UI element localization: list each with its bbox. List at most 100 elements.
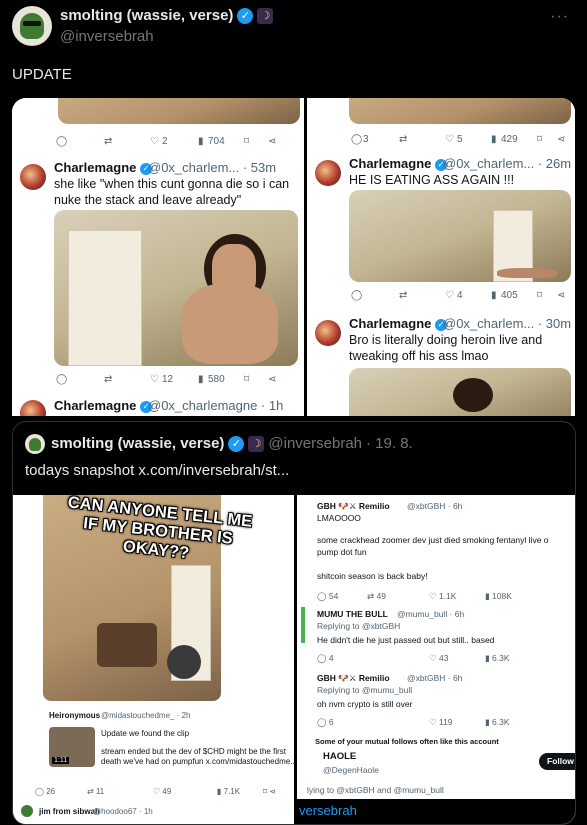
tweet-text-line: tweaking off his ass lmao: [349, 349, 489, 363]
tweet-time: · 30m: [537, 316, 572, 331]
like-count: ♡ 49: [153, 787, 172, 796]
tweet-handle: @xbtGBH · 6h: [407, 501, 463, 511]
tweet-text-line: pump dot fun: [317, 547, 367, 557]
quote-display-name: smolting (wassie, verse): [51, 435, 225, 452]
views-icon: ▮: [198, 374, 204, 385]
share-icon: ⋖: [268, 374, 277, 385]
quote-image-left: CAN ANYONE TELL ME IF MY BROTHER IS OKAY…: [13, 495, 294, 824]
tweet-text: oh nvm crypto is still over: [317, 699, 413, 709]
reply-name: jim from sibwah: [39, 807, 100, 816]
views-count: 580: [208, 374, 225, 385]
repost-count: ⇄ 49: [367, 591, 386, 601]
views-icon: ▮: [198, 136, 204, 147]
moon-icon: ☽: [248, 435, 265, 452]
tweet-text-line: she like "when this cunt gonna die so i …: [54, 177, 290, 191]
image-pane-right: ◯ 3 ⇄ ♡ 5 ▮ 429 ⌑ ⋖ Charlemagne ✓ @0x_ch…: [307, 98, 575, 416]
quote-name-row: smolting (wassie, verse) ✓ ☽ @inversebra…: [51, 435, 413, 452]
tweet-time: · 53m: [242, 160, 277, 175]
replying-to: Replying to @mumu_bull: [317, 685, 413, 695]
reply-icon: ◯: [56, 136, 68, 147]
card-thumbnail: 1:11: [49, 727, 95, 767]
tweet-avatar: [20, 164, 46, 190]
card-name: Heironymous: [49, 711, 101, 720]
quote-image[interactable]: CAN ANYONE TELL ME IF MY BROTHER IS OKAY…: [13, 495, 575, 824]
reply-icon: ◯: [351, 134, 363, 145]
tweet-actions: ◯ ⇄ ♡ 2 ▮ 704 ⌑ ⋖: [12, 134, 304, 152]
like-icon: ♡: [445, 134, 454, 145]
repost-icon: ⇄: [399, 290, 408, 301]
tweet-text: He didn't die he just passed out but sti…: [317, 635, 495, 645]
repost-icon: ⇄: [399, 134, 408, 145]
bookmark-icon: ⌑: [537, 290, 543, 301]
overlay-strip: versebrah: [297, 799, 575, 824]
card-line: stream ended but the dev of $CHD might b…: [101, 747, 286, 756]
like-icon: ♡: [150, 374, 159, 385]
author-avatar[interactable]: [12, 6, 52, 46]
repost-count: ⇄ 11: [87, 787, 105, 796]
tweet-name: MUMU THE BULL: [317, 609, 388, 619]
bookmark-icon: ⌑: [244, 136, 250, 147]
reply-handle: @hoodoo67 · 1h: [93, 807, 153, 816]
views-count: ▮ 108K: [485, 591, 512, 601]
reply-count: ◯ 26: [35, 787, 56, 796]
share-icon: ⋖: [557, 134, 566, 145]
quote-image-right: GBH 🐶⚔ Remilio @xbtGBH · 6h LMAOOOO some…: [297, 495, 575, 824]
tweet-name: Charlemagne ✓: [54, 398, 152, 413]
like-icon: ♡: [445, 290, 454, 301]
verified-icon: ✓: [237, 7, 254, 24]
views-count: ▮ 6.3K: [485, 717, 510, 727]
replying-to: Replying to @xbtGBH: [317, 621, 401, 631]
tweet-avatar: [315, 320, 341, 346]
image-pane-left: ◯ ⇄ ♡ 2 ▮ 704 ⌑ ⋖ Charlemagne ✓ @0x_char…: [12, 98, 304, 416]
views-count: ▮ 6.3K: [485, 653, 510, 663]
cropped-photo: [349, 98, 571, 124]
author-name-row[interactable]: smolting (wassie, verse) ✓ ☽: [60, 7, 274, 24]
quoted-post[interactable]: smolting (wassie, verse) ✓ ☽ @inversebra…: [12, 421, 576, 825]
repost-icon: ⇄: [104, 136, 113, 147]
tweet-time: · 26m: [537, 156, 572, 171]
views-count: 429: [501, 134, 518, 145]
reply-count: 3: [363, 134, 369, 145]
tweet-handle: @0x_charlem... · 30m: [443, 316, 572, 331]
moon-icon: ☽: [257, 7, 274, 24]
tweet-handle: @0x_charlemagne · 1h: [148, 398, 284, 413]
quote-avatar: [25, 434, 45, 454]
mutual-follows-note: Some of your mutual follows often like t…: [315, 737, 499, 746]
reply-count: ◯ 6: [317, 717, 334, 727]
follow-back-button[interactable]: Follow Bac: [539, 753, 575, 770]
share-icon: ⋖: [557, 290, 566, 301]
tweet-text-line: shitcoin season is back baby!: [317, 571, 428, 581]
views-icon: ▮: [491, 290, 497, 301]
reply-icon: ◯: [351, 290, 363, 301]
suggested-name: HAOLE: [323, 751, 357, 762]
like-count: 2: [162, 136, 168, 147]
quote-handle: @inversebrah: [268, 435, 363, 452]
like-count: ♡ 119: [429, 717, 453, 727]
cropped-photo: [58, 98, 300, 124]
share-icon: ⋖: [268, 136, 277, 147]
more-options-icon[interactable]: ···: [550, 8, 569, 26]
card-handle: @midastouchedme_ · 2h: [101, 711, 191, 720]
tweet-name: Charlemagne ✓: [349, 156, 447, 171]
tweet-name: Charlemagne ✓: [349, 316, 447, 331]
post-image[interactable]: ◯ ⇄ ♡ 2 ▮ 704 ⌑ ⋖ Charlemagne ✓ @0x_char…: [12, 98, 575, 416]
views-count: 704: [208, 136, 225, 147]
tweet-handle: @xbtGBH · 6h: [407, 673, 463, 683]
author-display-name[interactable]: smolting (wassie, verse): [60, 7, 233, 24]
author-handle[interactable]: @inversebrah: [60, 28, 154, 45]
reply-icon: ◯: [56, 374, 68, 385]
tweet-actions: ◯ ⇄ ♡ 4 ▮ 405 ⌑ ⋖: [307, 288, 575, 306]
like-count: 4: [457, 290, 463, 301]
like-icon: ♡: [150, 136, 159, 147]
bookmark-icon: ⌑: [537, 134, 543, 145]
views-count: 405: [501, 290, 518, 301]
post-text: UPDATE: [12, 66, 72, 83]
bookmark-icon: ⌑ ⋖: [263, 787, 277, 796]
like-count: 12: [162, 374, 174, 385]
video-duration: 1:11: [52, 757, 70, 764]
quote-text: todays snapshot x.com/inversebrah/st...: [25, 462, 290, 479]
post-header: smolting (wassie, verse) ✓ ☽ @inversebra…: [0, 0, 587, 60]
tweet-handle: @0x_charlem... · 26m: [443, 156, 572, 171]
reply-count: ◯ 54: [317, 591, 339, 601]
tweet-text: HE IS EATING ASS AGAIN !!!: [349, 173, 515, 187]
